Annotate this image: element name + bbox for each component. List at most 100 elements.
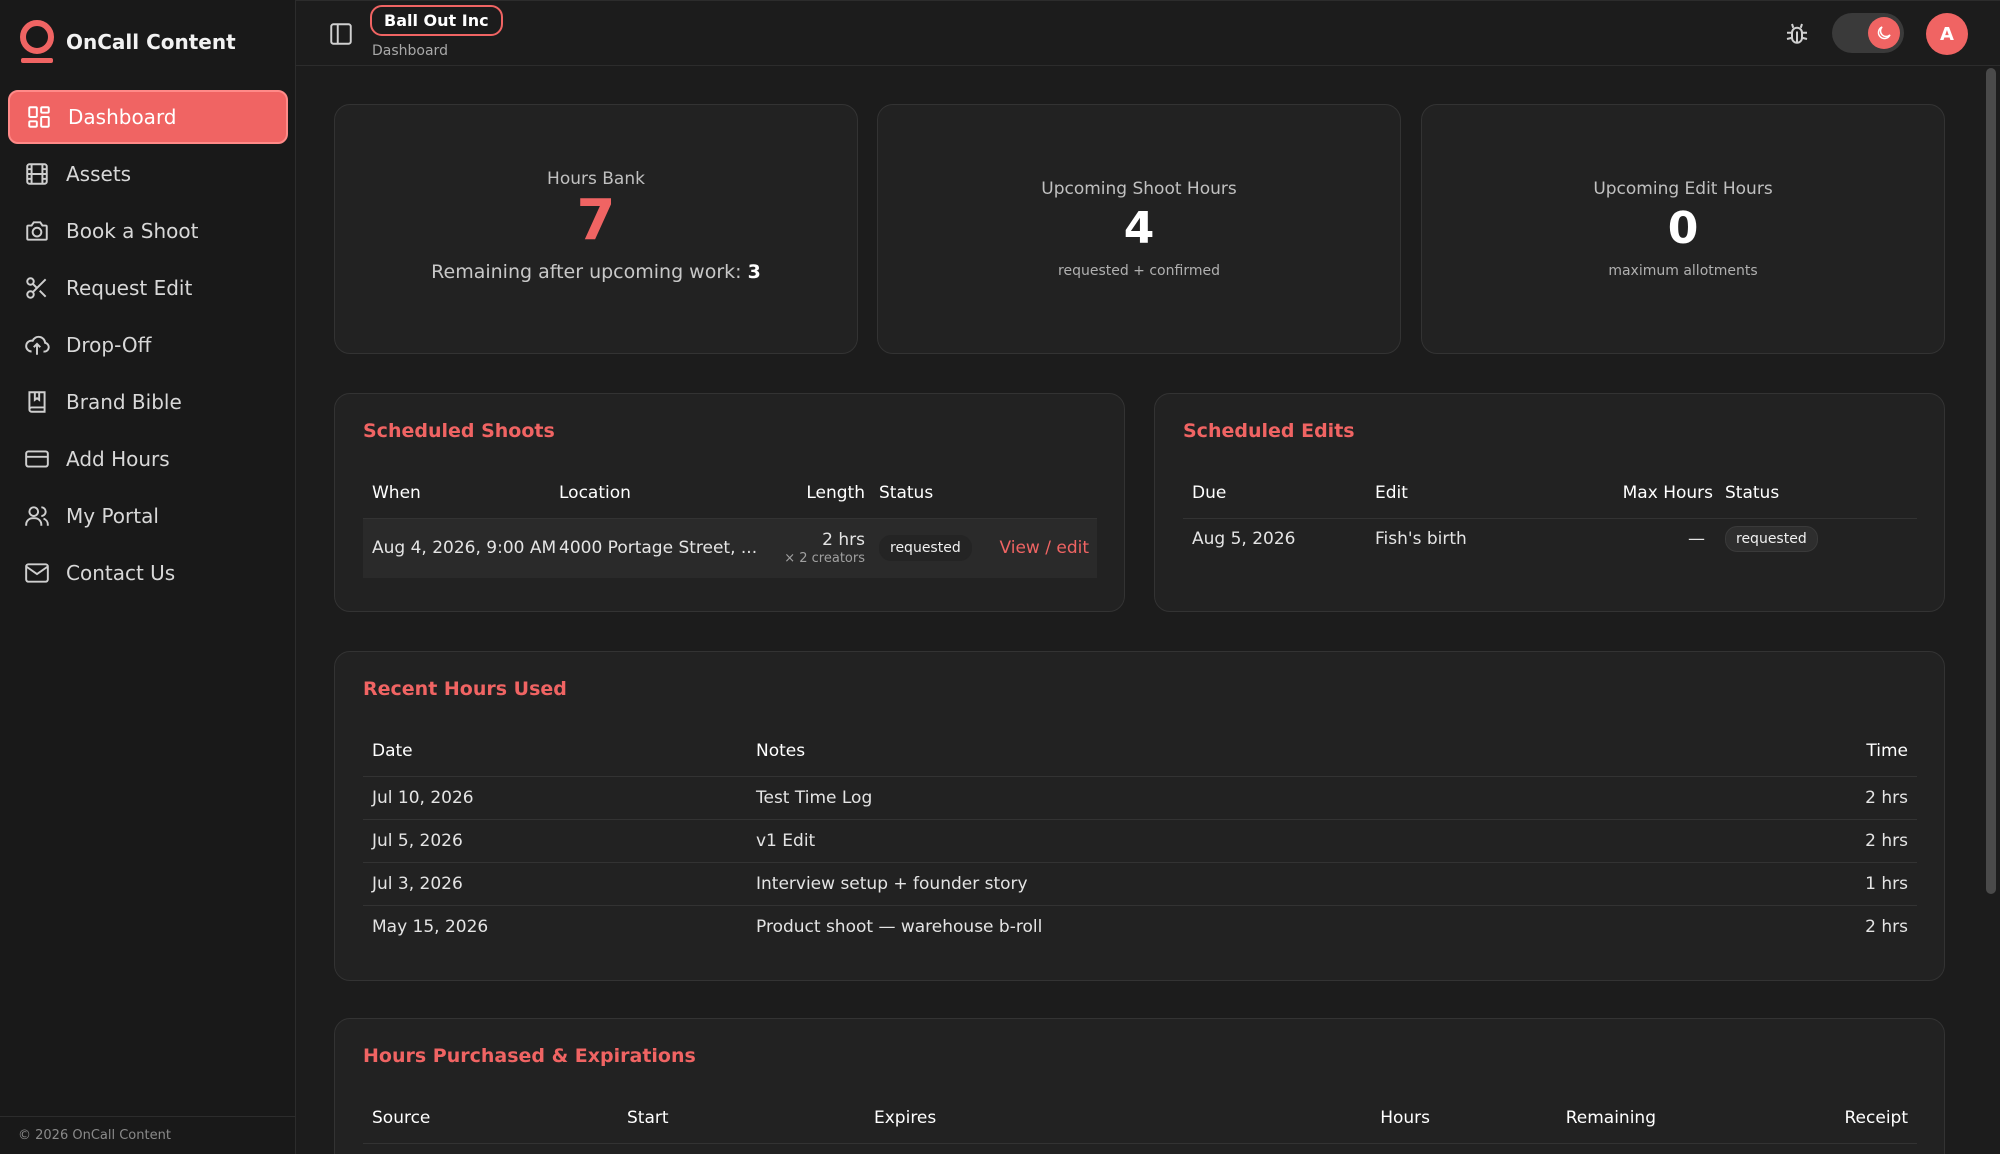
sidebar-item-brand-bible[interactable]: Brand Bible — [8, 375, 288, 429]
upcoming-shoot-hours-sub: requested + confirmed — [1058, 263, 1220, 279]
col-notes: Notes — [756, 740, 806, 761]
shoot-creators: × 2 creators — [784, 550, 865, 566]
recent-date: Jul 5, 2026 — [363, 818, 756, 862]
col-receipt: Receipt — [1844, 1107, 1909, 1128]
edit-due: Aug 5, 2026 — [1183, 517, 1375, 560]
edit-name: Fish's birth — [1375, 517, 1605, 560]
sidebar-item-dashboard[interactable]: Dashboard — [8, 90, 288, 144]
sidebar-item-label: Drop-Off — [66, 333, 152, 357]
moon-icon — [1868, 17, 1900, 49]
sidebar-item-label: Assets — [66, 162, 132, 186]
camera-icon — [24, 218, 50, 244]
brand[interactable]: OnCall Content — [18, 20, 236, 64]
shoot-length-cell: 2 hrs × 2 creators — [769, 517, 879, 578]
recent-time: 2 hrs — [1739, 818, 1917, 862]
table-row[interactable]: Jul 5, 2026 v1 Edit 2 hrs — [363, 818, 1917, 862]
recent-notes: Product shoot — warehouse b-roll — [756, 904, 1739, 948]
dashboard-icon — [26, 104, 52, 130]
recent-hours-title: Recent Hours Used — [363, 678, 567, 700]
sidebar-toggle-icon[interactable] — [328, 21, 354, 47]
bug-report-icon[interactable] — [1782, 19, 1812, 49]
table-row[interactable]: May 15, 2026 Product shoot — warehouse b… — [363, 904, 1917, 948]
edit-max-hours: — — [1605, 517, 1725, 560]
scheduled-edits-card: Scheduled Edits Due Edit Max Hours Statu… — [1154, 393, 1945, 612]
hours-remaining-label: Remaining after upcoming work: — [431, 261, 742, 283]
hours-purchased-table: Source Start Expires Hours Remaining Rec… — [363, 1093, 1917, 1144]
sidebar: OnCall Content Dashboard Assets Book a S… — [0, 0, 296, 1154]
col-start: Start — [627, 1107, 669, 1128]
col-status: Status — [879, 482, 934, 503]
sidebar-item-label: Brand Bible — [66, 390, 182, 414]
col-when: When — [372, 482, 421, 503]
page-scrollbar[interactable] — [1986, 68, 1996, 894]
recent-notes: Interview setup + founder story — [756, 861, 1739, 905]
scissors-icon — [24, 275, 50, 301]
sidebar-item-label: My Portal — [66, 504, 159, 528]
col-due: Due — [1192, 482, 1227, 503]
col-time: Time — [1866, 740, 1908, 761]
upcoming-shoot-hours-card: Upcoming Shoot Hours 4 requested + confi… — [877, 104, 1401, 354]
theme-toggle[interactable] — [1832, 13, 1904, 53]
avatar[interactable]: A — [1926, 13, 1968, 55]
breadcrumb: Dashboard — [372, 43, 448, 59]
table-row[interactable]: Jul 3, 2026 Interview setup + founder st… — [363, 861, 1917, 905]
org-switcher[interactable]: Ball Out Inc — [370, 5, 503, 36]
upcoming-shoot-hours-value: 4 — [1123, 203, 1155, 254]
col-max-hours: Max Hours — [1622, 482, 1713, 503]
table-header-row: Date Notes Time — [363, 726, 1917, 776]
col-edit: Edit — [1375, 482, 1408, 503]
edit-status-cell: requested — [1725, 517, 1917, 560]
sidebar-item-book-a-shoot[interactable]: Book a Shoot — [8, 204, 288, 258]
col-location: Location — [559, 482, 631, 503]
recent-time: 2 hrs — [1739, 904, 1917, 948]
shoot-length: 2 hrs — [822, 530, 865, 551]
sidebar-item-label: Request Edit — [66, 276, 193, 300]
hours-bank-card: Hours Bank 7 Remaining after upcoming wo… — [334, 104, 858, 354]
shoot-location: 4000 Portage Street, ... — [559, 517, 769, 578]
col-hours: Hours — [1380, 1107, 1430, 1128]
sidebar-item-request-edit[interactable]: Request Edit — [8, 261, 288, 315]
recent-hours-card: Recent Hours Used Date Notes Time Jul 10… — [334, 651, 1945, 981]
hours-bank-value: 7 — [576, 188, 616, 253]
table-header-row: When Location Length Status — [363, 468, 1097, 518]
sidebar-item-my-portal[interactable]: My Portal — [8, 489, 288, 543]
upcoming-edit-hours-label: Upcoming Edit Hours — [1593, 179, 1773, 199]
table-row[interactable]: Aug 5, 2026 Fish's birth — requested — [1183, 517, 1917, 560]
mail-icon — [24, 560, 50, 586]
scheduled-edits-table: Due Edit Max Hours Status Aug 5, 2026 Fi… — [1183, 468, 1917, 560]
recent-notes: Test Time Log — [756, 775, 1739, 819]
sidebar-item-label: Book a Shoot — [66, 219, 199, 243]
view-edit-link[interactable]: View / edit — [999, 538, 1089, 558]
table-row[interactable]: Aug 4, 2026, 9:00 AM 4000 Portage Street… — [363, 517, 1097, 578]
scheduled-shoots-table: When Location Length Status Aug 4, 2026,… — [363, 468, 1097, 578]
sidebar-item-assets[interactable]: Assets — [8, 147, 288, 201]
scheduled-shoots-card: Scheduled Shoots When Location Length St… — [334, 393, 1125, 612]
sidebar-item-label: Contact Us — [66, 561, 176, 585]
brand-logo-icon — [18, 20, 56, 64]
col-source: Source — [372, 1107, 431, 1128]
col-expires: Expires — [874, 1107, 937, 1128]
sidebar-item-add-hours[interactable]: Add Hours — [8, 432, 288, 486]
sidebar-item-label: Dashboard — [68, 105, 177, 129]
recent-time: 1 hrs — [1739, 861, 1917, 905]
shoot-status-cell: requested — [879, 517, 986, 578]
sidebar-item-contact-us[interactable]: Contact Us — [8, 546, 288, 600]
table-row[interactable]: Jul 10, 2026 Test Time Log 2 hrs — [363, 775, 1917, 819]
status-badge: requested — [1725, 526, 1818, 553]
shoot-action-cell: View / edit — [985, 517, 1097, 578]
upcoming-edit-hours-card: Upcoming Edit Hours 0 maximum allotments — [1421, 104, 1945, 354]
hours-bank-label: Hours Bank — [547, 169, 645, 189]
hours-remaining-value: 3 — [747, 261, 761, 283]
recent-notes: v1 Edit — [756, 818, 1739, 862]
col-status: Status — [1725, 482, 1780, 503]
sidebar-nav: Dashboard Assets Book a Shoot Request Ed… — [8, 90, 288, 603]
shoot-when: Aug 4, 2026, 9:00 AM — [363, 517, 559, 578]
recent-hours-table: Date Notes Time Jul 10, 2026 Test Time L… — [363, 726, 1917, 948]
scheduled-edits-title: Scheduled Edits — [1183, 420, 1355, 442]
status-badge: requested — [879, 535, 972, 562]
topbar: Ball Out Inc Dashboard A — [296, 0, 2000, 66]
sidebar-item-drop-off[interactable]: Drop-Off — [8, 318, 288, 372]
film-icon — [24, 161, 50, 187]
users-icon — [24, 503, 50, 529]
upcoming-shoot-hours-label: Upcoming Shoot Hours — [1041, 179, 1237, 199]
